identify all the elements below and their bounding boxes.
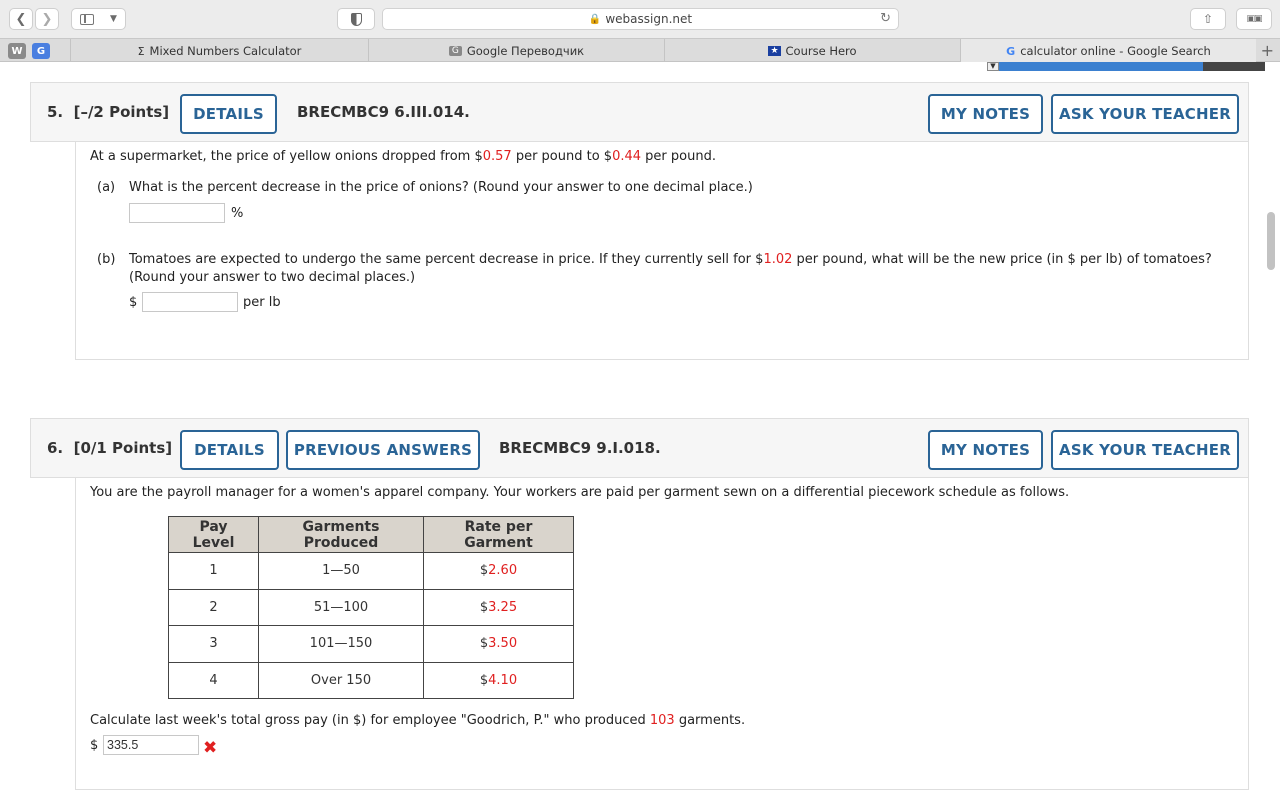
rate-cell: $4.10 [423,661,574,699]
sidebar-button[interactable]: ▼ [71,8,126,30]
shield-icon [350,12,362,26]
pay-level-cell: 4 [168,661,259,699]
per-lb-unit: per lb [243,295,281,310]
google-icon: G [1006,44,1016,58]
garments-cell: Over 150 [258,661,424,699]
rate-cell: $2.60 [423,552,574,590]
part-b-answer-input[interactable] [142,292,238,312]
question-code: BRECMBC9 9.I.018. [499,439,661,457]
part-a-answer-input[interactable] [129,203,225,223]
forward-button[interactable]: ❯ [35,8,59,30]
tab-label: Google Переводчик [466,44,585,58]
question-5-body [75,142,1249,360]
ask-teacher-button[interactable]: ASK YOUR TEACHER [1051,430,1239,470]
pay-level-cell: 2 [168,588,259,626]
table-row: 2 51—100 $3.25 [168,588,574,626]
details-button[interactable]: DETAILS [180,94,277,134]
pinned-favicons: W G [8,39,50,63]
question-code: BRECMBC9 6.III.014. [297,103,470,121]
rate-cell: $3.50 [423,625,574,663]
question-6-header: 6. [0/1 Points] DETAILS PREVIOUS ANSWERS… [30,418,1249,478]
garments-cell: 101—150 [258,625,424,663]
question-5-number: 5. [–/2 Points] [47,103,170,121]
previous-answers-button[interactable]: PREVIOUS ANSWERS [286,430,480,470]
cross-icon: ✖ [203,738,218,758]
dropdown-toggle-icon[interactable]: ▼ [987,62,999,71]
tab-overview-button[interactable]: ▣▣ [1236,8,1272,30]
tab-google-search[interactable]: G calculator online - Google Search [960,39,1256,63]
part-b-label: (b) [97,252,116,267]
dollar-prefix: $ [90,738,99,753]
rate-cell: $3.25 [423,588,574,626]
share-icon: ⇧ [1202,12,1214,26]
table-header-row: Pay Level Garments Produced Rate per Gar… [168,516,574,553]
part-a-label: (a) [97,180,116,195]
sigma-icon: Σ [137,44,145,58]
table-row: 4 Over 150 $4.10 [168,661,574,699]
tab-bar: W G Σ Mixed Numbers Calculator G Google … [0,38,1280,63]
dark-strip [1203,62,1265,71]
my-notes-button[interactable]: MY NOTES [928,94,1043,134]
chevron-right-icon: ❯ [41,11,53,27]
sidebar-icon [80,13,95,25]
reload-icon[interactable]: ↻ [880,11,891,26]
address-bar[interactable]: 🔒 webassign.net ↻ [382,8,899,30]
ask-teacher-button[interactable]: ASK YOUR TEACHER [1051,94,1239,134]
back-button[interactable]: ❮ [9,8,33,30]
progress-strip [999,62,1203,71]
chevron-down-icon: ▼ [110,14,117,24]
scrollbar-thumb[interactable] [1267,212,1275,270]
col-garments-produced: Garments Produced [258,516,424,553]
star-icon: ★ [768,46,781,56]
tab-mixed-numbers[interactable]: Σ Mixed Numbers Calculator [70,39,368,63]
tab-google-translate[interactable]: G Google Переводчик [368,39,664,63]
tab-label: Course Hero [785,44,857,58]
pay-level-cell: 1 [168,552,259,590]
chevron-left-icon: ❮ [15,11,27,27]
table-row: 3 101—150 $3.50 [168,625,574,663]
pay-level-cell: 3 [168,625,259,663]
part-a-text: What is the percent decrease in the pric… [129,180,753,195]
question-6-prompt: Calculate last week's total gross pay (i… [90,713,746,728]
garments-cell: 1—50 [258,552,424,590]
question-6-number: 6. [0/1 Points] [47,439,173,457]
question-5-intro: At a supermarket, the price of yellow on… [90,149,716,164]
new-tab-icon[interactable]: + [1261,41,1274,60]
col-pay-level: Pay Level [168,516,259,553]
part-b-text: Tomatoes are expected to undergo the sam… [129,252,1212,267]
translate-favicon-icon[interactable]: G [32,43,50,59]
part-b-text-rounding: (Round your answer to two decimal places… [129,270,416,285]
google-translate-icon: G [448,46,462,56]
dollar-prefix: $ [129,295,138,310]
garments-cell: 51—100 [258,588,424,626]
tab-course-hero[interactable]: ★ Course Hero [664,39,960,63]
tab-label: Mixed Numbers Calculator [149,44,302,58]
browser-toolbar: ❮ ❯ ▼ 🔒 webassign.net ↻ ⇧ ▣▣ [0,0,1280,38]
pay-schedule-table: Pay Level Garments Produced Rate per Gar… [168,516,574,699]
url-text: webassign.net [605,12,693,26]
gross-pay-answer-input[interactable] [103,735,199,755]
percent-unit: % [231,206,244,221]
my-notes-button[interactable]: MY NOTES [928,430,1043,470]
table-row: 1 1—50 $2.60 [168,552,574,590]
w-favicon-icon[interactable]: W [8,43,26,59]
col-rate-per-garment: Rate per Garment [423,516,574,553]
details-button[interactable]: DETAILS [180,430,279,470]
tab-label: calculator online - Google Search [1020,44,1211,58]
grid-icon: ▣▣ [1246,14,1262,24]
share-button[interactable]: ⇧ [1190,8,1226,30]
privacy-button[interactable] [337,8,375,30]
question-6-intro: You are the payroll manager for a women'… [90,485,1070,500]
question-5-header: 5. [–/2 Points] DETAILS BRECMBC9 6.III.0… [30,82,1249,142]
lock-icon: 🔒 [588,13,602,25]
